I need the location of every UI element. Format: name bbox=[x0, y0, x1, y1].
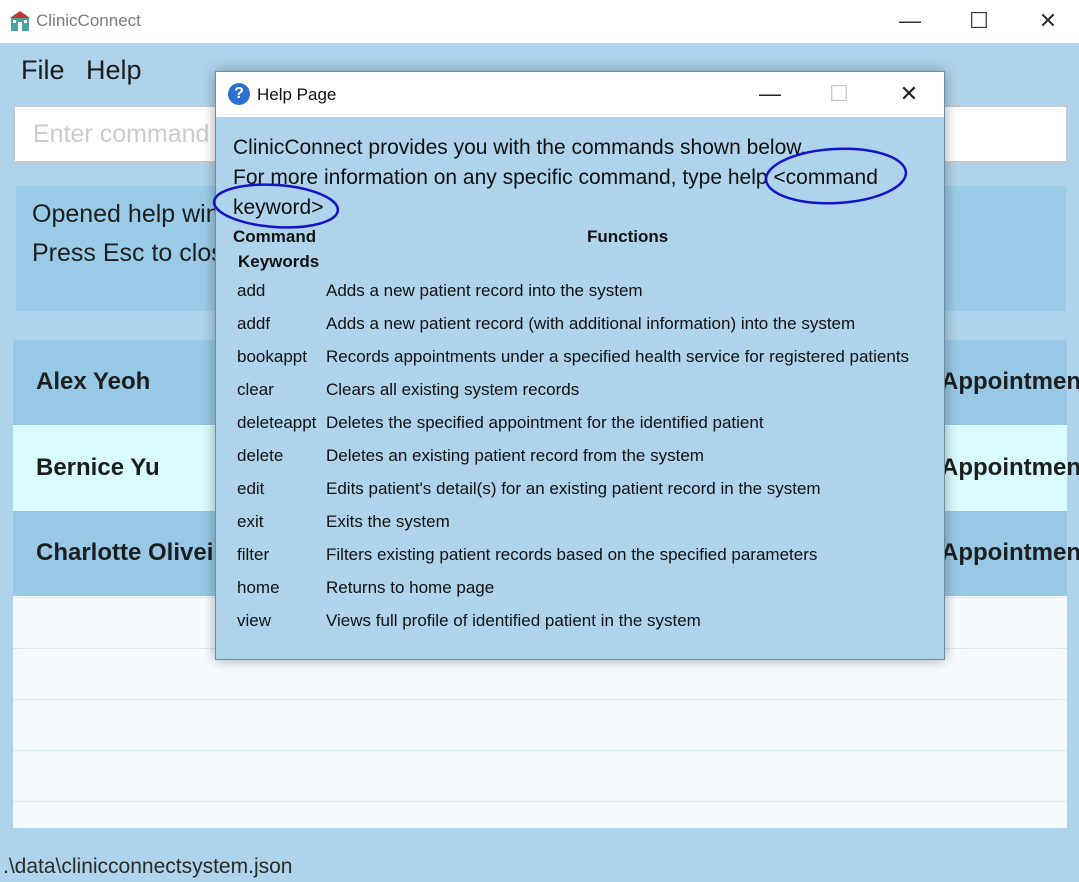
empty-list-row bbox=[13, 801, 1067, 852]
command-description: Deletes an existing patient record from … bbox=[326, 446, 704, 465]
app-title: ClinicConnect bbox=[36, 11, 141, 30]
help-close-button[interactable]: ✕ bbox=[874, 72, 944, 117]
minimize-button[interactable]: — bbox=[875, 0, 945, 43]
empty-list-row bbox=[13, 750, 1067, 801]
command-row: clear Clears all existing system records bbox=[216, 373, 944, 406]
command-keyword: delete bbox=[237, 446, 284, 465]
column-header-functions: Functions bbox=[587, 227, 669, 246]
column-header-command: Command bbox=[233, 227, 317, 246]
command-keyword: deleteappt bbox=[237, 413, 317, 432]
patient-appointment-label: Appointment bbox=[941, 454, 1079, 481]
main-titlebar[interactable]: ClinicConnect — ☐ ✕ bbox=[0, 0, 1079, 43]
help-intro-line-3: keyword> bbox=[233, 196, 324, 219]
help-maximize-button[interactable]: ☐ bbox=[804, 72, 874, 117]
help-intro-line-2: For more information on any specific com… bbox=[233, 166, 878, 189]
patient-appointment-label: Appointment bbox=[941, 539, 1079, 566]
command-description: Returns to home page bbox=[326, 578, 495, 597]
command-row: filter Filters existing patient records … bbox=[216, 538, 944, 571]
command-row: deleteappt Deletes the specified appoint… bbox=[216, 406, 944, 439]
command-description: Clears all existing system records bbox=[326, 380, 580, 399]
data-file-path: .\data\clinicconnectsystem.json bbox=[3, 855, 293, 878]
column-header-keywords: Keywords bbox=[238, 252, 320, 271]
menu-file[interactable]: File bbox=[21, 55, 65, 86]
command-description: Adds a new patient record into the syste… bbox=[326, 281, 643, 300]
command-description: Deletes the specified appointment for th… bbox=[326, 413, 764, 432]
command-row: bookappt Records appointments under a sp… bbox=[216, 340, 944, 373]
command-keyword: home bbox=[237, 578, 280, 597]
status-bar: .\data\clinicconnectsystem.json bbox=[0, 846, 1079, 882]
command-description: Adds a new patient record (with addition… bbox=[326, 314, 856, 333]
clinic-app-icon bbox=[10, 11, 30, 31]
command-keyword: filter bbox=[237, 545, 270, 564]
command-keyword: clear bbox=[237, 380, 274, 399]
empty-list-row bbox=[13, 699, 1067, 750]
command-description: Filters existing patient records based o… bbox=[326, 545, 818, 564]
close-button[interactable]: ✕ bbox=[1013, 0, 1079, 43]
command-description: Exits the system bbox=[326, 512, 450, 531]
patient-name: Alex Yeoh bbox=[36, 368, 151, 395]
help-question-icon: ? bbox=[228, 83, 250, 105]
command-keyword: view bbox=[237, 611, 272, 630]
command-row: exit Exits the system bbox=[216, 505, 944, 538]
command-row: addf Adds a new patient record (with add… bbox=[216, 307, 944, 340]
command-keyword: addf bbox=[237, 314, 271, 333]
help-window-title: Help Page bbox=[257, 85, 337, 104]
command-description: Views full profile of identified patient… bbox=[326, 611, 701, 630]
patient-name: Bernice Yu bbox=[36, 454, 160, 481]
patient-appointment-label: Appointment bbox=[941, 368, 1079, 395]
maximize-button[interactable]: ☐ bbox=[944, 0, 1014, 43]
command-row: add Adds a new patient record into the s… bbox=[216, 274, 944, 307]
help-intro-line-1: ClinicConnect provides you with the comm… bbox=[233, 136, 807, 159]
command-keyword: add bbox=[237, 281, 266, 300]
help-minimize-button[interactable]: — bbox=[735, 72, 805, 117]
command-keyword: exit bbox=[237, 512, 264, 531]
command-row: view Views full profile of identified pa… bbox=[216, 604, 944, 637]
command-row: delete Deletes an existing patient recor… bbox=[216, 439, 944, 472]
menu-help[interactable]: Help bbox=[86, 55, 142, 86]
command-keyword: bookappt bbox=[237, 347, 307, 366]
help-window[interactable]: ? Help Page — ☐ ✕ ClinicConnect provides… bbox=[215, 71, 945, 660]
help-window-titlebar[interactable]: ? Help Page — ☐ ✕ bbox=[216, 72, 944, 117]
command-description: Edits patient's detail(s) for an existin… bbox=[326, 479, 821, 498]
command-row: home Returns to home page bbox=[216, 571, 944, 604]
command-keyword: edit bbox=[237, 479, 265, 498]
command-row: edit Edits patient's detail(s) for an ex… bbox=[216, 472, 944, 505]
patient-name: Charlotte Oliveiro bbox=[36, 539, 238, 566]
command-description: Records appointments under a specified h… bbox=[326, 347, 910, 366]
